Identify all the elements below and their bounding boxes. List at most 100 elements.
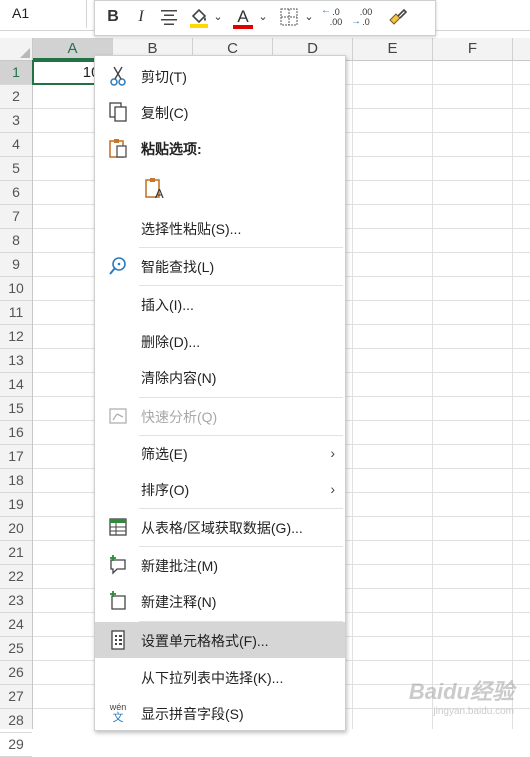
format-painter-button[interactable] bbox=[385, 5, 409, 29]
font-color-dropdown[interactable]: ⌄ bbox=[257, 5, 269, 29]
row-header[interactable]: 21 bbox=[0, 541, 32, 565]
font-color-button[interactable]: A bbox=[231, 5, 255, 29]
menu-item-insert[interactable]: 插入(I)... bbox=[95, 286, 345, 322]
menu-item-copy[interactable]: 复制(C) bbox=[95, 94, 345, 130]
svg-text:A: A bbox=[155, 186, 164, 200]
row-header[interactable]: 29 bbox=[0, 733, 32, 757]
row-header[interactable]: 26 bbox=[0, 661, 32, 685]
menu-label-show-phonetic: 显示拼音字段(S) bbox=[141, 706, 244, 722]
fill-color-dropdown[interactable]: ⌄ bbox=[212, 5, 224, 29]
row-header[interactable]: 17 bbox=[0, 445, 32, 469]
row-header[interactable]: 16 bbox=[0, 421, 32, 445]
row-header[interactable]: 13 bbox=[0, 349, 32, 373]
menu-label-cut: 剪切(T) bbox=[141, 69, 187, 85]
increase-decimal-button[interactable]: .0 .00 ← bbox=[321, 5, 349, 29]
menu-item-quick-analysis: 快速分析(Q) bbox=[95, 398, 345, 434]
row-header[interactable]: 5 bbox=[0, 157, 32, 181]
column-header-f[interactable]: F bbox=[433, 38, 513, 60]
new-comment-icon bbox=[110, 555, 126, 575]
select-all-corner[interactable] bbox=[0, 38, 33, 60]
arrow-right-icon: → bbox=[351, 16, 361, 27]
menu-label-copy: 复制(C) bbox=[141, 105, 189, 121]
menu-item-sort[interactable]: 排序(O) › bbox=[95, 471, 345, 507]
row-header[interactable]: 18 bbox=[0, 469, 32, 493]
menu-item-paste-special[interactable]: 选择性粘贴(S)... bbox=[95, 210, 345, 246]
table-icon bbox=[109, 518, 127, 536]
format-painter-icon bbox=[389, 8, 408, 25]
menu-item-pick-from-list[interactable]: 从下拉列表中选择(K)... bbox=[95, 659, 345, 695]
watermark-main: Baidu经验 bbox=[408, 679, 514, 704]
row-header[interactable]: 24 bbox=[0, 613, 32, 637]
search-icon bbox=[109, 257, 126, 275]
row-header[interactable]: 14 bbox=[0, 373, 32, 397]
row-header[interactable]: 28 bbox=[0, 709, 32, 733]
borders-dropdown[interactable]: ⌄ bbox=[303, 5, 315, 29]
menu-item-cut[interactable]: 剪切(T) bbox=[95, 58, 345, 94]
row-header[interactable]: 8 bbox=[0, 229, 32, 253]
font-color-swatch bbox=[233, 25, 253, 29]
row-header[interactable]: 20 bbox=[0, 517, 32, 541]
menu-label-sort: 排序(O) bbox=[141, 482, 190, 498]
row-header[interactable]: 2 bbox=[0, 85, 32, 109]
row-header[interactable]: 9 bbox=[0, 253, 32, 277]
bold-button[interactable]: B bbox=[103, 5, 123, 29]
column-header-e[interactable]: E bbox=[353, 38, 433, 60]
quick-analysis-icon bbox=[109, 408, 127, 424]
menu-item-paste-options: 粘贴选项: bbox=[95, 130, 345, 166]
align-center-button[interactable] bbox=[157, 5, 181, 29]
mini-toolbar: B I ⌄ A ⌄ ⌄ .0 .00 ← .00 .0 → bbox=[94, 0, 436, 36]
borders-button[interactable] bbox=[277, 5, 301, 29]
menu-item-format-cells[interactable]: 设置单元格格式(F)... bbox=[95, 622, 345, 658]
menu-label-new-note: 新建注释(N) bbox=[141, 594, 217, 610]
row-header[interactable]: 7 bbox=[0, 205, 32, 229]
menu-label-clear-contents: 清除内容(N) bbox=[141, 370, 217, 386]
decrease-decimal-button[interactable]: .00 .0 → bbox=[351, 5, 379, 29]
row-header-bar: 1 2 3 4 5 6 7 8 9 10 11 12 13 14 15 16 1… bbox=[0, 61, 33, 757]
clipboard-icon bbox=[109, 139, 127, 158]
copy-icon bbox=[109, 102, 127, 122]
paste-text-icon: A bbox=[145, 178, 164, 200]
row-header[interactable]: 1 bbox=[0, 61, 32, 85]
menu-label-pick-from-list: 从下拉列表中选择(K)... bbox=[141, 670, 284, 686]
row-header[interactable]: 10 bbox=[0, 277, 32, 301]
name-box[interactable]: A1 bbox=[0, 0, 87, 28]
context-menu: 剪切(T) 复制(C) 粘贴选项: A 选择性粘贴(S)... 智能查找(L) … bbox=[94, 55, 346, 731]
menu-item-get-data-from-table[interactable]: 从表格/区域获取数据(G)... bbox=[95, 509, 345, 545]
row-header[interactable]: 3 bbox=[0, 109, 32, 133]
phonetic-icon: wén 文 bbox=[107, 702, 129, 724]
watermark-sub: jingyan.baidu.com bbox=[433, 706, 514, 717]
submenu-arrow-icon: › bbox=[330, 481, 335, 497]
row-header[interactable]: 12 bbox=[0, 325, 32, 349]
menu-label-get-data: 从表格/区域获取数据(G)... bbox=[141, 520, 303, 536]
row-header[interactable]: 15 bbox=[0, 397, 32, 421]
menu-label-quick-analysis: 快速分析(Q) bbox=[141, 409, 218, 425]
submenu-arrow-icon: › bbox=[330, 445, 335, 461]
menu-label-new-comment: 新建批注(M) bbox=[141, 558, 218, 574]
row-header[interactable]: 22 bbox=[0, 565, 32, 589]
menu-item-filter[interactable]: 筛选(E) › bbox=[95, 435, 345, 471]
row-header[interactable]: 6 bbox=[0, 181, 32, 205]
fill-color-button[interactable] bbox=[187, 5, 211, 29]
row-header[interactable]: 25 bbox=[0, 637, 32, 661]
menu-item-clear-contents[interactable]: 清除内容(N) bbox=[95, 359, 345, 395]
menu-item-show-phonetic[interactable]: wén 文 显示拼音字段(S) bbox=[95, 695, 345, 731]
menu-label-paste-special: 选择性粘贴(S)... bbox=[141, 221, 242, 237]
menu-item-new-comment[interactable]: 新建批注(M) bbox=[95, 547, 345, 583]
row-header[interactable]: 23 bbox=[0, 589, 32, 613]
name-box-value: A1 bbox=[12, 5, 30, 21]
italic-button[interactable]: I bbox=[131, 5, 151, 29]
menu-item-delete[interactable]: 删除(D)... bbox=[95, 323, 345, 359]
watermark: Baidu经验 jingyan.baidu.com bbox=[409, 674, 514, 717]
border-icon bbox=[280, 8, 298, 26]
fill-bucket-icon bbox=[190, 8, 208, 28]
menu-label-paste-options: 粘贴选项: bbox=[141, 141, 202, 157]
row-header[interactable]: 27 bbox=[0, 685, 32, 709]
row-header[interactable]: 4 bbox=[0, 133, 32, 157]
menu-item-new-note[interactable]: 新建注释(N) bbox=[95, 583, 345, 619]
phonetic-icon-pinyin: wén bbox=[109, 702, 127, 712]
row-header[interactable]: 19 bbox=[0, 493, 32, 517]
row-header[interactable]: 11 bbox=[0, 301, 32, 325]
menu-item-smart-lookup[interactable]: 智能查找(L) bbox=[95, 248, 345, 284]
paste-keep-formatting-button[interactable]: A bbox=[135, 170, 171, 206]
font-color-letter: A bbox=[237, 7, 249, 26]
